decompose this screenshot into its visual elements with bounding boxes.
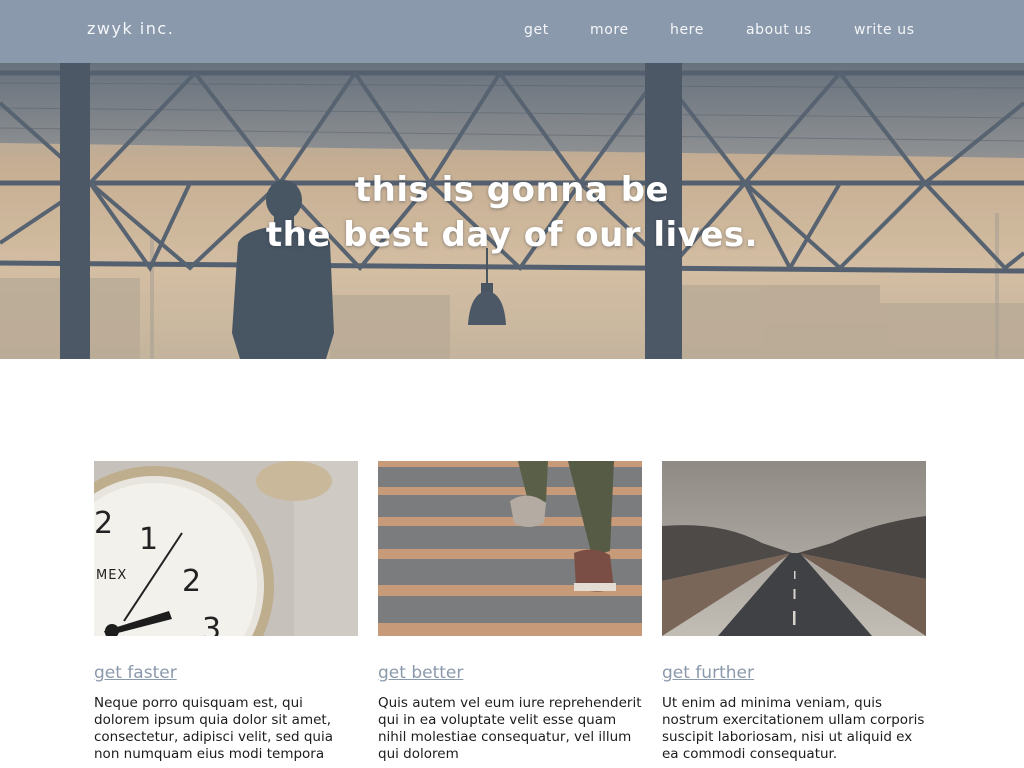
feature-card-better: get better Quis autem vel eum iure repre… [378,461,642,763]
card-text-better: Quis autem vel eum iure reprehenderit qu… [378,695,642,762]
nav-link-more[interactable]: more [590,22,629,38]
card-title-further: get further [662,663,926,683]
alarm-clock-image: 2 1 2 3 MEX [94,461,358,636]
road-image [662,461,926,636]
feature-card-further: get further Ut enim ad minima veniam, qu… [662,461,926,763]
hero-headline-line-1: this is gonna be [354,170,670,210]
card-link-faster[interactable]: get faster [94,663,177,683]
main-nav: get more here about us write us [0,22,1024,42]
hero-headline: this is gonna be the best day of our liv… [0,168,1024,258]
nav-link-get[interactable]: get [524,22,549,38]
card-text-further: Ut enim ad minima veniam, quis nostrum e… [662,695,925,762]
feature-card-faster: 2 1 2 3 MEX get faster Neque porro quisq… [94,461,358,763]
top-navigation-bar: zwyk inc. get more here about us write u… [0,0,1024,63]
hero-banner: this is gonna be the best day of our liv… [0,63,1024,359]
svg-text:3: 3 [202,612,221,636]
card-link-further[interactable]: get further [662,663,754,683]
svg-text:2: 2 [94,506,113,541]
nav-link-write-us[interactable]: write us [854,22,915,38]
card-text-faster: Neque porro quisquam est, qui dolorem ip… [94,695,334,762]
nav-link-here[interactable]: here [670,22,704,38]
hero-headline-line-2: the best day of our lives. [265,215,759,255]
card-title-faster: get faster [94,663,358,683]
card-link-better[interactable]: get better [378,663,463,683]
nav-link-about-us[interactable]: about us [746,22,812,38]
svg-text:1: 1 [139,522,158,557]
svg-text:MEX: MEX [96,568,127,583]
stairs-image [378,461,642,636]
card-title-better: get better [378,663,642,683]
svg-text:2: 2 [182,564,201,599]
